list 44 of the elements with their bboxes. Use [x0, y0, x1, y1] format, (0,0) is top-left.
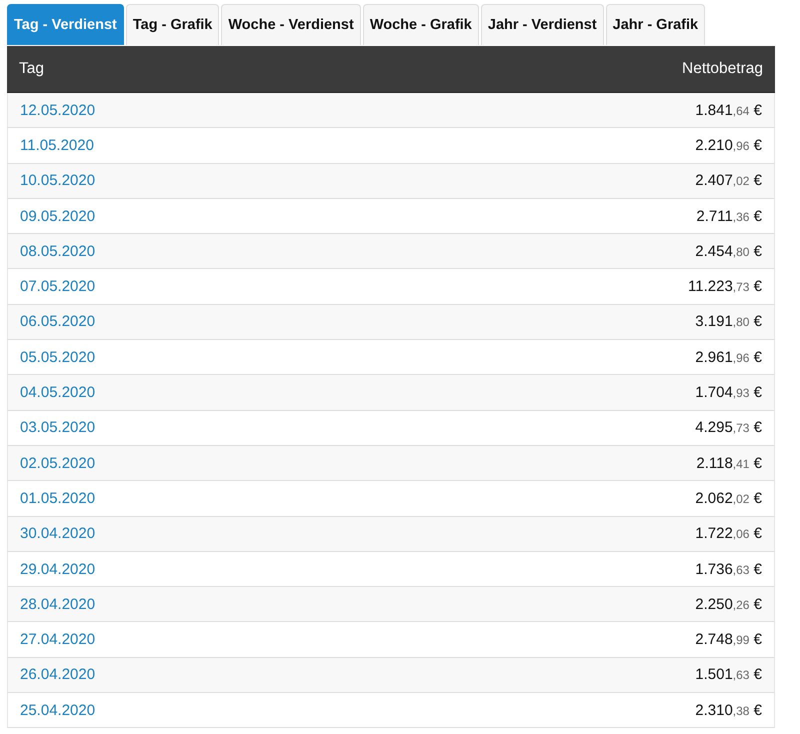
tab[interactable]: Tag - Verdienst: [7, 4, 124, 45]
tab[interactable]: Jahr - Grafik: [606, 4, 706, 45]
amount-cell: 4.295,73 €: [695, 419, 762, 436]
date-link[interactable]: 04.05.2020: [20, 384, 96, 402]
amount-cell: 2.250,26 €: [695, 596, 762, 613]
date-link[interactable]: 07.05.2020: [20, 278, 96, 296]
amount-cell: 2.711,36 €: [696, 208, 762, 225]
amount-cell: 1.841,64 €: [695, 102, 762, 119]
amount-cell: 2.961,96 €: [695, 348, 762, 366]
date-link[interactable]: 08.05.2020: [20, 242, 96, 260]
date-link[interactable]: 30.04.2020: [20, 525, 96, 542]
amount-cell: 1.704,93 €: [695, 384, 762, 402]
date-link[interactable]: 10.05.2020: [20, 172, 96, 190]
date-link[interactable]: 05.05.2020: [20, 348, 96, 366]
date-link[interactable]: 11.05.2020: [20, 136, 94, 154]
date-link[interactable]: 12.05.2020: [20, 102, 96, 119]
column-header: Tag: [19, 60, 44, 78]
amount-cell: 2.210,96 €: [695, 136, 762, 154]
amount-cell: 3.191,80 €: [695, 313, 762, 330]
date-link[interactable]: 25.04.2020: [20, 702, 96, 719]
tab[interactable]: Jahr - Verdienst: [480, 4, 604, 45]
amount-cell: 2.748,99 €: [695, 631, 762, 648]
amount-cell: 2.118,41 €: [696, 454, 762, 472]
amount-cell: 1.501,63 €: [695, 666, 762, 684]
date-link[interactable]: 26.04.2020: [20, 666, 96, 684]
date-link[interactable]: 03.05.2020: [20, 419, 96, 436]
date-link[interactable]: 28.04.2020: [20, 596, 96, 613]
tab[interactable]: Tag - Grafik: [126, 4, 220, 45]
amount-cell: 2.310,38 €: [695, 702, 762, 719]
amount-cell: 2.454,80 €: [695, 242, 762, 260]
tab[interactable]: Woche - Verdienst: [221, 4, 361, 45]
amount-cell: 2.407,02 €: [695, 172, 762, 190]
date-link[interactable]: 02.05.2020: [20, 454, 96, 472]
amount-cell: 11.223,73 €: [688, 278, 762, 296]
date-link[interactable]: 27.04.2020: [20, 631, 96, 648]
column-header: Nettobetrag: [682, 60, 763, 78]
tab[interactable]: Woche - Grafik: [362, 4, 479, 45]
date-link[interactable]: 06.05.2020: [20, 313, 96, 330]
amount-cell: 2.062,02 €: [695, 490, 762, 507]
date-link[interactable]: 09.05.2020: [20, 208, 96, 225]
amount-cell: 1.722,06 €: [695, 525, 762, 542]
date-link[interactable]: 29.04.2020: [20, 560, 96, 578]
amount-cell: 1.736,63 €: [695, 560, 762, 578]
date-link[interactable]: 01.05.2020: [20, 490, 96, 507]
